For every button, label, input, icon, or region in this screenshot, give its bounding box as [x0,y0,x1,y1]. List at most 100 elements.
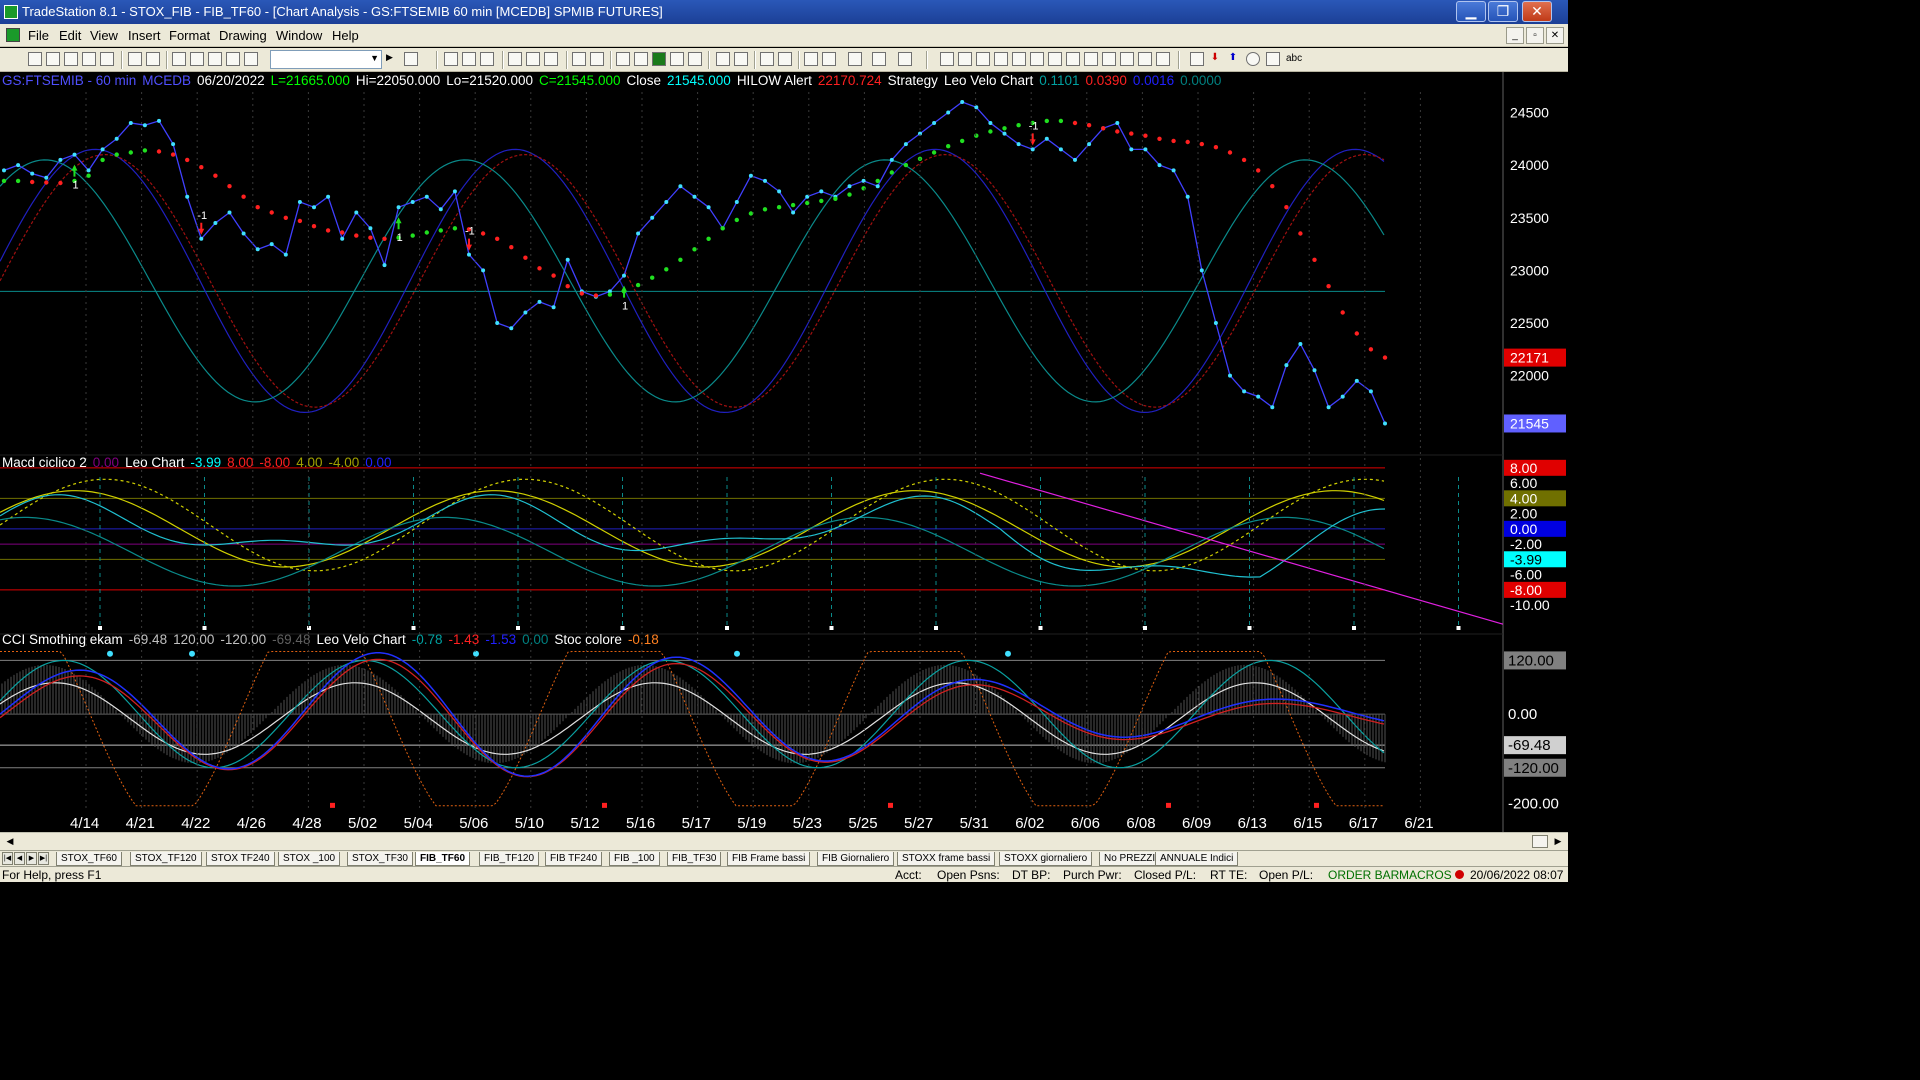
globe-icon[interactable] [244,52,258,66]
tab-nav-button[interactable]: ▶| [38,852,49,865]
zoom-bars-icon[interactable] [716,52,730,66]
menu-format[interactable]: Format [169,28,210,43]
ellipse-icon[interactable] [1246,52,1260,66]
tab-stoxx-frame-bassi[interactable]: STOXX frame bassi [897,852,996,866]
find-icon[interactable] [404,52,418,66]
line-chart-icon[interactable] [688,52,702,66]
horizontal-scrollbar[interactable]: ◀ ▶ [0,832,1568,850]
mdi-restore-button[interactable]: ▫ [1526,27,1544,44]
trendline-icon[interactable] [940,52,954,66]
fib-icon[interactable] [994,52,1008,66]
tab-stox-tf30[interactable]: STOX_TF30 [347,852,413,866]
hand-icon[interactable] [872,52,886,66]
macros-button[interactable]: MACROS [1399,868,1452,882]
layout-icon[interactable] [190,52,204,66]
arrow-down-icon[interactable]: ⬇ [1208,52,1222,66]
zoom-out-icon[interactable] [778,52,792,66]
print-preview-icon[interactable] [146,52,160,66]
arrow-lr-icon[interactable] [1102,52,1116,66]
order-bar-button[interactable]: ORDER BAR [1328,868,1399,882]
ruler-icon[interactable] [898,52,912,66]
save-all-icon[interactable] [82,52,96,66]
tab-stox-tf60[interactable]: STOX_TF60 [56,852,122,866]
tab-stox-tf240[interactable]: STOX TF240 [206,852,275,866]
freehand-icon[interactable] [1156,52,1170,66]
window-icon[interactable] [172,52,186,66]
scroll-thumb[interactable] [1532,835,1548,848]
menu-file[interactable]: File [28,28,49,43]
tab-no-prezzi[interactable]: No PREZZI [1099,852,1161,866]
compress-bars-icon[interactable] [734,52,748,66]
minimize-button[interactable]: ▁ [1456,1,1486,22]
radar-icon[interactable] [462,52,476,66]
mdi-minimize-button[interactable]: _ [1506,27,1524,44]
bar-chart-icon[interactable] [616,52,630,66]
tab-nav-button[interactable]: ◀ [14,852,25,865]
channel-icon[interactable] [976,52,990,66]
menu-help[interactable]: Help [332,28,359,43]
chart-canvas[interactable]: 1 -1 1 -1 1 -1 24500 24000 23500 23000 22500 22000… [0,72,1568,832]
menu-window[interactable]: Window [276,28,322,43]
tab-stox-tf120[interactable]: STOX_TF120 [130,852,202,866]
menu-view[interactable]: View [90,28,118,43]
gann-icon[interactable] [1048,52,1062,66]
pitchfork-icon[interactable] [1138,52,1152,66]
window-cascade-icon[interactable] [590,52,604,66]
chart-area[interactable]: 1 -1 1 -1 1 -1 24500 24000 23500 23000 22500 22000… [0,72,1568,832]
tab-stoxx-giornaliero[interactable]: STOXX giornaliero [999,852,1093,866]
mdi-close-button[interactable]: ✕ [1546,27,1564,44]
text-tool-icon[interactable]: abc [1286,53,1302,64]
speed-line-icon[interactable] [1030,52,1044,66]
tools-icon[interactable] [848,52,862,66]
maximize-button[interactable]: ❐ [1488,1,1518,22]
new-icon[interactable] [28,52,42,66]
strategy-icon[interactable] [526,52,540,66]
lock-icon[interactable] [208,52,222,66]
tab-stox-100[interactable]: STOX _100 [278,852,341,866]
scroll-left-icon[interactable]: ◀ [2,834,18,849]
tab-fib-tf30[interactable]: FIB_TF30 [667,852,722,866]
indicator-icon[interactable] [508,52,522,66]
arrow-up-icon[interactable]: ⬆ [1226,52,1240,66]
play-icon[interactable]: ▶ [386,52,400,66]
print-icon[interactable] [128,52,142,66]
pencil-icon[interactable] [1190,52,1204,66]
page-icon[interactable] [226,52,240,66]
candle-icon[interactable] [634,52,648,66]
tab-annuale-indici[interactable]: ANNUALE Indici [1155,852,1239,866]
tab-nav-button[interactable]: ▶ [26,852,37,865]
folder-icon[interactable] [100,52,114,66]
tab-fib-frame-bassi[interactable]: FIB Frame bassi [727,852,811,866]
hline-icon[interactable] [958,52,972,66]
candle-green-icon[interactable] [652,52,666,66]
menu-insert[interactable]: Insert [128,28,161,43]
tab-fib-tf240[interactable]: FIB TF240 [545,852,603,866]
document-icon[interactable] [6,28,20,42]
crosshair-icon[interactable] [822,52,836,66]
tab-nav-button[interactable]: |◀ [2,852,13,865]
tab-fib-100[interactable]: FIB _100 [609,852,660,866]
window-tile-icon[interactable] [572,52,586,66]
ohlc-icon[interactable] [670,52,684,66]
open-icon[interactable] [46,52,60,66]
andrews-icon[interactable] [1084,52,1098,66]
zoom-in-icon[interactable] [760,52,774,66]
symbol-combo[interactable]: ▼ [270,50,382,69]
rectangle-icon[interactable] [1266,52,1280,66]
tab-fib-tf60[interactable]: FIB_TF60 [415,852,471,866]
grid-icon[interactable] [480,52,494,66]
arc-icon[interactable] [1012,52,1026,66]
menu-edit[interactable]: Edit [59,28,81,43]
format-icon[interactable] [544,52,558,66]
save-icon[interactable] [64,52,78,66]
tab-fib-giornaliero[interactable]: FIB Giornaliero [817,852,895,866]
tab-fib-tf120[interactable]: FIB_TF120 [479,852,540,866]
cursor-icon[interactable] [804,52,818,66]
regression-icon[interactable] [1120,52,1134,66]
chart-icon[interactable] [444,52,458,66]
menu-drawing[interactable]: Drawing [219,28,267,43]
cycle-icon[interactable] [1066,52,1080,66]
close-point [142,123,147,128]
close-button[interactable]: ✕ [1522,1,1552,22]
scroll-right-icon[interactable]: ▶ [1550,834,1566,849]
